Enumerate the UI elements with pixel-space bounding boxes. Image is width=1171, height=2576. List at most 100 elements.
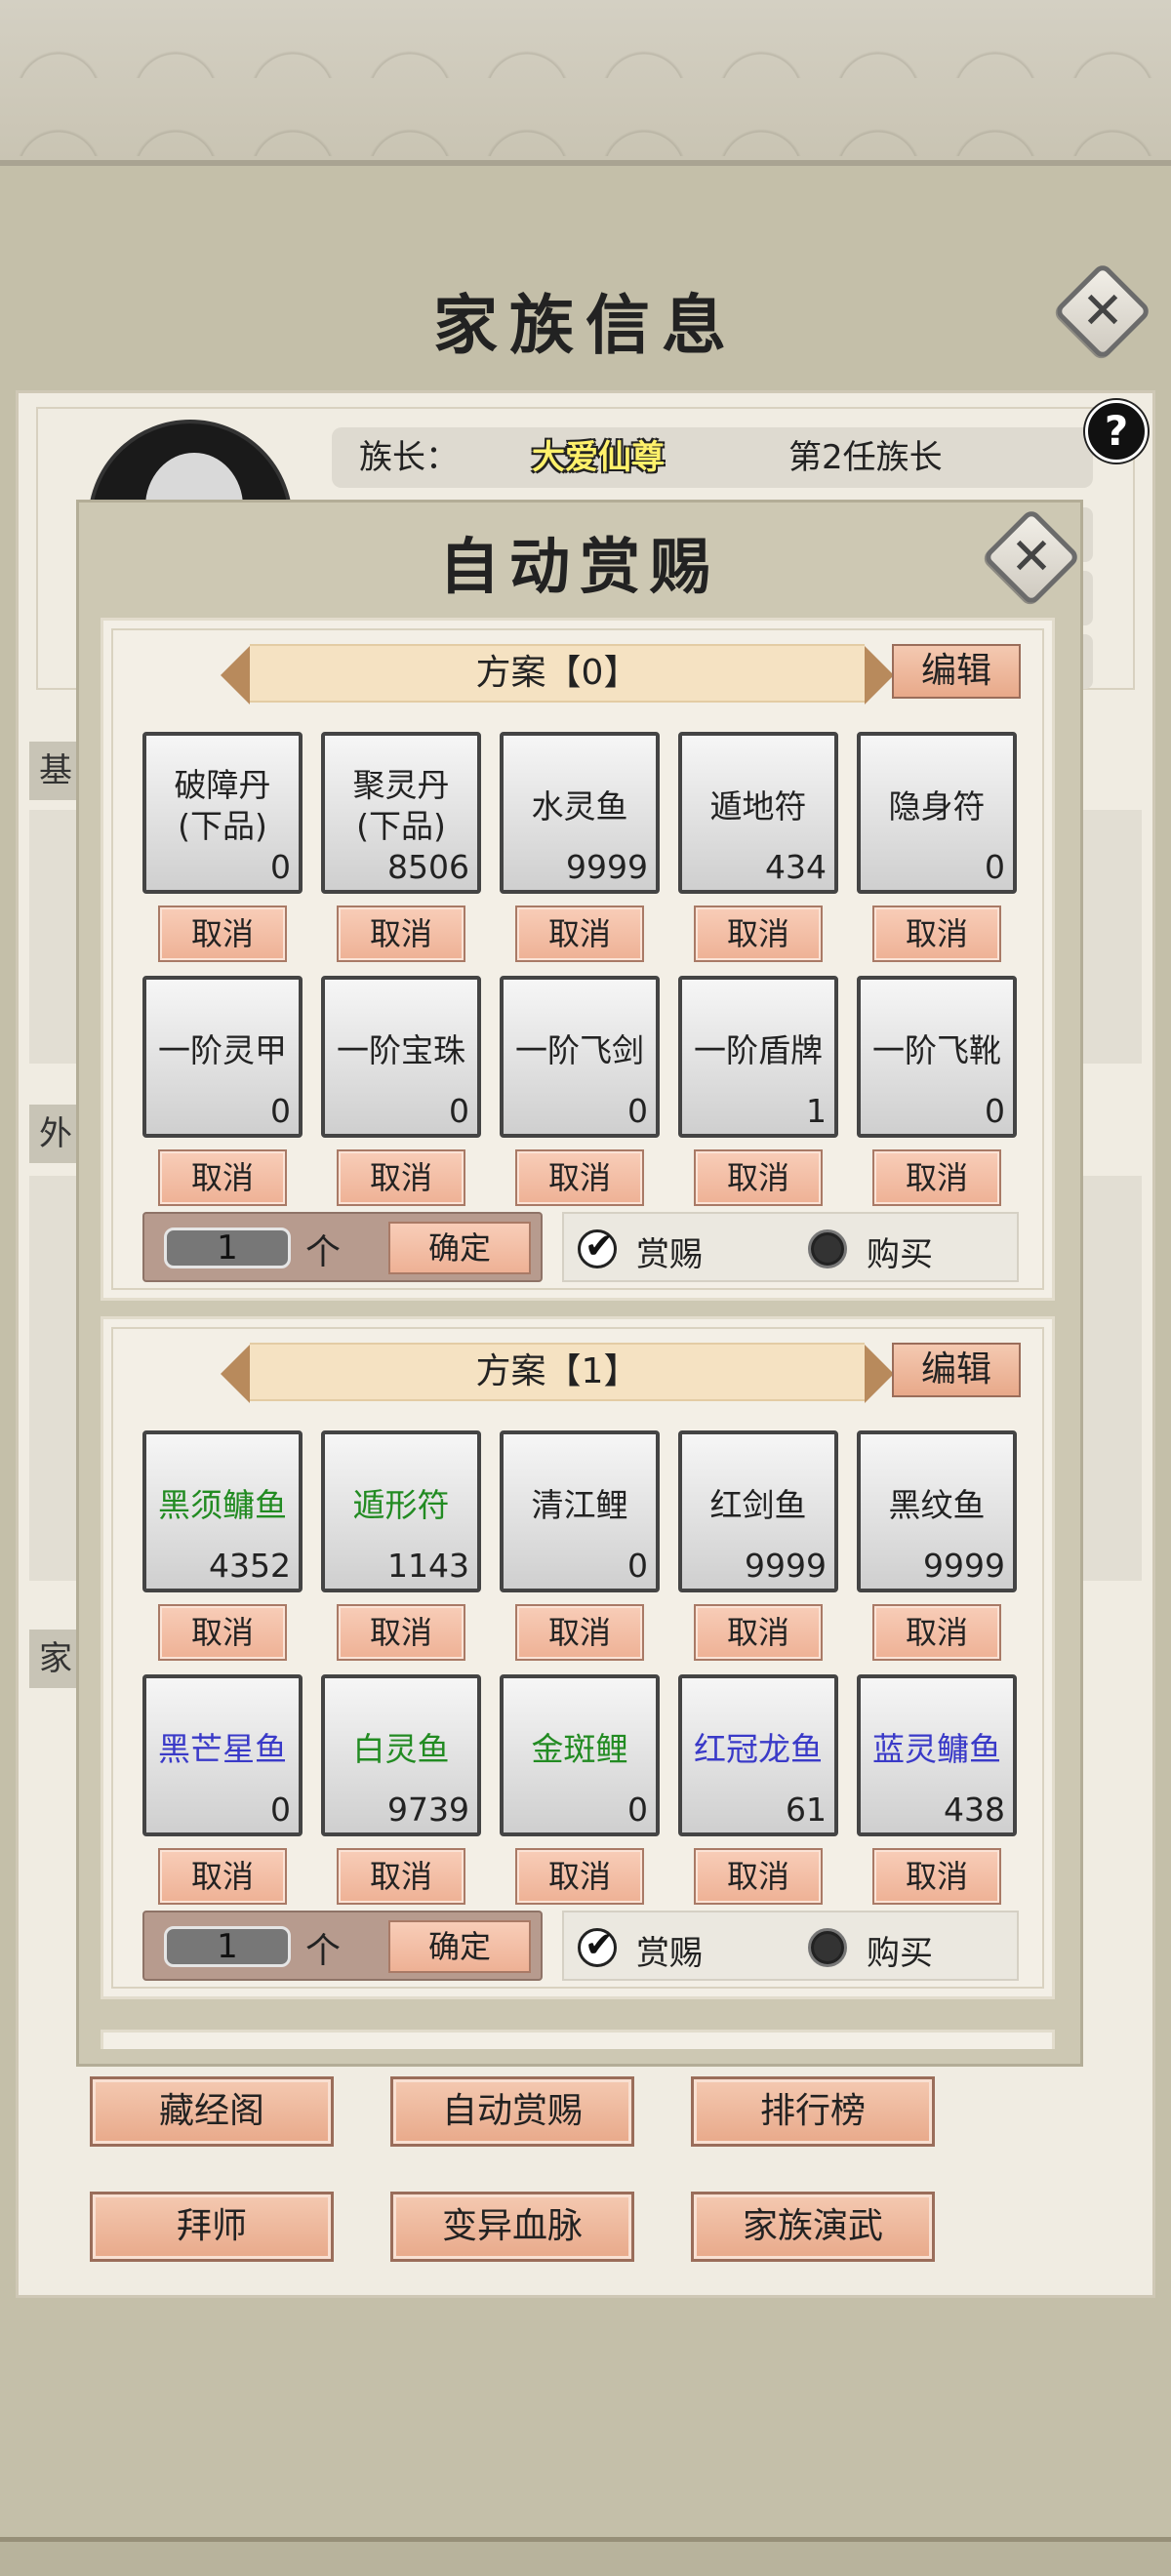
item-count: 1143 bbox=[387, 1547, 469, 1585]
item-count: 434 bbox=[765, 848, 827, 886]
cancel-item-button[interactable]: 取消 bbox=[872, 1604, 1001, 1661]
item-name: 白灵鱼 bbox=[352, 1730, 450, 1768]
help-button[interactable]: ? bbox=[1085, 400, 1148, 463]
item-slot[interactable]: 黑纹鱼 9999 bbox=[857, 1430, 1017, 1592]
quantity-panel: 1 个 确定 bbox=[142, 1911, 543, 1981]
item-slot[interactable]: 聚灵丹 (下品) 8506 bbox=[321, 732, 481, 894]
item-name: 清江鲤 bbox=[531, 1486, 628, 1524]
reward-label: 赏赐 bbox=[636, 1934, 703, 1973]
item-slot[interactable]: 红冠龙鱼 61 bbox=[678, 1674, 838, 1836]
cancel-item-button[interactable]: 取消 bbox=[515, 1848, 644, 1905]
item-count: 0 bbox=[270, 1791, 291, 1829]
leader-label: 族长： bbox=[359, 438, 459, 477]
item-slot[interactable]: 一阶飞剑 0 bbox=[500, 976, 660, 1138]
buy-label: 购买 bbox=[867, 1235, 933, 1274]
leader-name[interactable]: 大爱仙尊 bbox=[532, 427, 665, 488]
confirm-button[interactable]: 确定 bbox=[388, 1920, 531, 1973]
item-slot[interactable]: 红剑鱼 9999 bbox=[678, 1430, 838, 1592]
item-slot[interactable]: 蓝灵鳙鱼 438 bbox=[857, 1674, 1017, 1836]
quantity-input[interactable]: 1 bbox=[164, 1228, 291, 1268]
item-name: 聚灵丹 (下品) bbox=[352, 766, 450, 845]
top-decor-band bbox=[0, 0, 1171, 166]
cancel-item-button[interactable]: 取消 bbox=[337, 1604, 465, 1661]
reward-radio[interactable] bbox=[578, 1227, 617, 1268]
mentor-button[interactable]: 拜师 bbox=[90, 2192, 334, 2262]
cancel-item-button[interactable]: 取消 bbox=[694, 1848, 823, 1905]
item-count: 0 bbox=[627, 1092, 648, 1130]
auto-reward-button[interactable]: 自动赏赐 bbox=[390, 2076, 634, 2147]
item-slot[interactable]: 白灵鱼 9739 bbox=[321, 1674, 481, 1836]
item-slot[interactable]: 一阶宝珠 0 bbox=[321, 976, 481, 1138]
side-tab-basic[interactable]: 基 bbox=[29, 742, 78, 800]
side-tab-external[interactable]: 外 bbox=[29, 1105, 78, 1163]
item-slot[interactable]: 黑芒星鱼 0 bbox=[142, 1674, 303, 1836]
reward-radio[interactable] bbox=[578, 1925, 617, 1967]
cancel-item-button[interactable]: 取消 bbox=[694, 1149, 823, 1206]
confirm-button[interactable]: 确定 bbox=[388, 1222, 531, 1274]
ranking-button[interactable]: 排行榜 bbox=[691, 2076, 935, 2147]
scheme-header: 方案【1】 bbox=[221, 1343, 894, 1403]
scheme-card: 方案【1】 编辑 黑须鳙鱼 4352 取消 遁形符 1143 取消 清江鲤 0 取消 红剑鱼 9999 取… bbox=[101, 1316, 1055, 1999]
cancel-item-button[interactable]: 取消 bbox=[158, 1604, 287, 1661]
quantity-unit: 个 bbox=[305, 1931, 342, 1971]
item-count: 61 bbox=[786, 1791, 827, 1829]
cancel-item-button[interactable]: 取消 bbox=[694, 1604, 823, 1661]
cancel-item-button[interactable]: 取消 bbox=[872, 1149, 1001, 1206]
item-count: 4352 bbox=[209, 1547, 291, 1585]
reward-label: 赏赐 bbox=[636, 1235, 703, 1274]
side-tab-family[interactable]: 家 bbox=[29, 1630, 78, 1688]
item-name: 红剑鱼 bbox=[709, 1486, 807, 1524]
item-count: 0 bbox=[985, 1092, 1005, 1130]
cancel-item-button[interactable]: 取消 bbox=[515, 906, 644, 962]
item-name: 一阶宝珠 bbox=[337, 1031, 465, 1069]
item-name: 一阶飞靴 bbox=[872, 1031, 1001, 1069]
cancel-item-button[interactable]: 取消 bbox=[337, 1149, 465, 1206]
item-count: 0 bbox=[985, 848, 1005, 886]
mode-panel: 赏赐 购买 bbox=[562, 1911, 1019, 1981]
item-slot[interactable]: 隐身符 0 bbox=[857, 732, 1017, 894]
item-name: 金斑鲤 bbox=[531, 1730, 628, 1768]
cancel-item-button[interactable]: 取消 bbox=[158, 906, 287, 962]
mutant-bloodline-button[interactable]: 变异血脉 bbox=[390, 2192, 634, 2262]
cancel-item-button[interactable]: 取消 bbox=[158, 1848, 287, 1905]
leader-generation: 第2任族长 bbox=[788, 438, 943, 477]
item-slot[interactable]: 遁形符 1143 bbox=[321, 1430, 481, 1592]
close-icon: ✕ bbox=[1081, 282, 1124, 341]
buy-radio[interactable] bbox=[808, 1928, 847, 1967]
item-slot[interactable]: 金斑鲤 0 bbox=[500, 1674, 660, 1836]
edit-scheme-button[interactable]: 编辑 bbox=[892, 644, 1021, 699]
item-slot[interactable]: 一阶飞靴 0 bbox=[857, 976, 1017, 1138]
auto-reward-modal: 自动赏赐 ✕ 方案【0】 编辑 破障丹 (下品) 0 取消 聚灵丹 (下品) 8506 取消 水灵鱼… bbox=[76, 500, 1083, 2067]
edit-scheme-button[interactable]: 编辑 bbox=[892, 1343, 1021, 1397]
item-slot[interactable]: 遁地符 434 bbox=[678, 732, 838, 894]
library-button[interactable]: 藏经阁 bbox=[90, 2076, 334, 2147]
item-name: 隐身符 bbox=[888, 787, 986, 825]
cancel-item-button[interactable]: 取消 bbox=[694, 906, 823, 962]
scheme-card-next bbox=[101, 2030, 1055, 2049]
item-slot[interactable]: 破障丹 (下品) 0 bbox=[142, 732, 303, 894]
item-slot[interactable]: 清江鲤 0 bbox=[500, 1430, 660, 1592]
item-slot[interactable]: 黑须鳙鱼 4352 bbox=[142, 1430, 303, 1592]
quantity-input[interactable]: 1 bbox=[164, 1926, 291, 1967]
item-slot[interactable]: 水灵鱼 9999 bbox=[500, 732, 660, 894]
cancel-item-button[interactable]: 取消 bbox=[515, 1149, 644, 1206]
item-count: 1 bbox=[806, 1092, 827, 1130]
cancel-item-button[interactable]: 取消 bbox=[158, 1149, 287, 1206]
cancel-item-button[interactable]: 取消 bbox=[872, 906, 1001, 962]
item-count: 9999 bbox=[745, 1547, 827, 1585]
item-name: 一阶飞剑 bbox=[515, 1031, 644, 1069]
modal-title: 自动赏赐 bbox=[438, 531, 720, 602]
cancel-item-button[interactable]: 取消 bbox=[337, 906, 465, 962]
item-name: 红冠龙鱼 bbox=[694, 1730, 823, 1768]
buy-radio[interactable] bbox=[808, 1229, 847, 1268]
cancel-item-button[interactable]: 取消 bbox=[872, 1848, 1001, 1905]
item-count: 9999 bbox=[923, 1547, 1005, 1585]
scheme-card: 方案【0】 编辑 破障丹 (下品) 0 取消 聚灵丹 (下品) 8506 取消 水灵鱼 9999 取消遁… bbox=[101, 618, 1055, 1301]
cancel-item-button[interactable]: 取消 bbox=[337, 1848, 465, 1905]
item-count: 0 bbox=[270, 1092, 291, 1130]
quantity-panel: 1 个 确定 bbox=[142, 1212, 543, 1282]
item-slot[interactable]: 一阶灵甲 0 bbox=[142, 976, 303, 1138]
item-slot[interactable]: 一阶盾牌 1 bbox=[678, 976, 838, 1138]
cancel-item-button[interactable]: 取消 bbox=[515, 1604, 644, 1661]
family-drill-button[interactable]: 家族演武 bbox=[691, 2192, 935, 2262]
